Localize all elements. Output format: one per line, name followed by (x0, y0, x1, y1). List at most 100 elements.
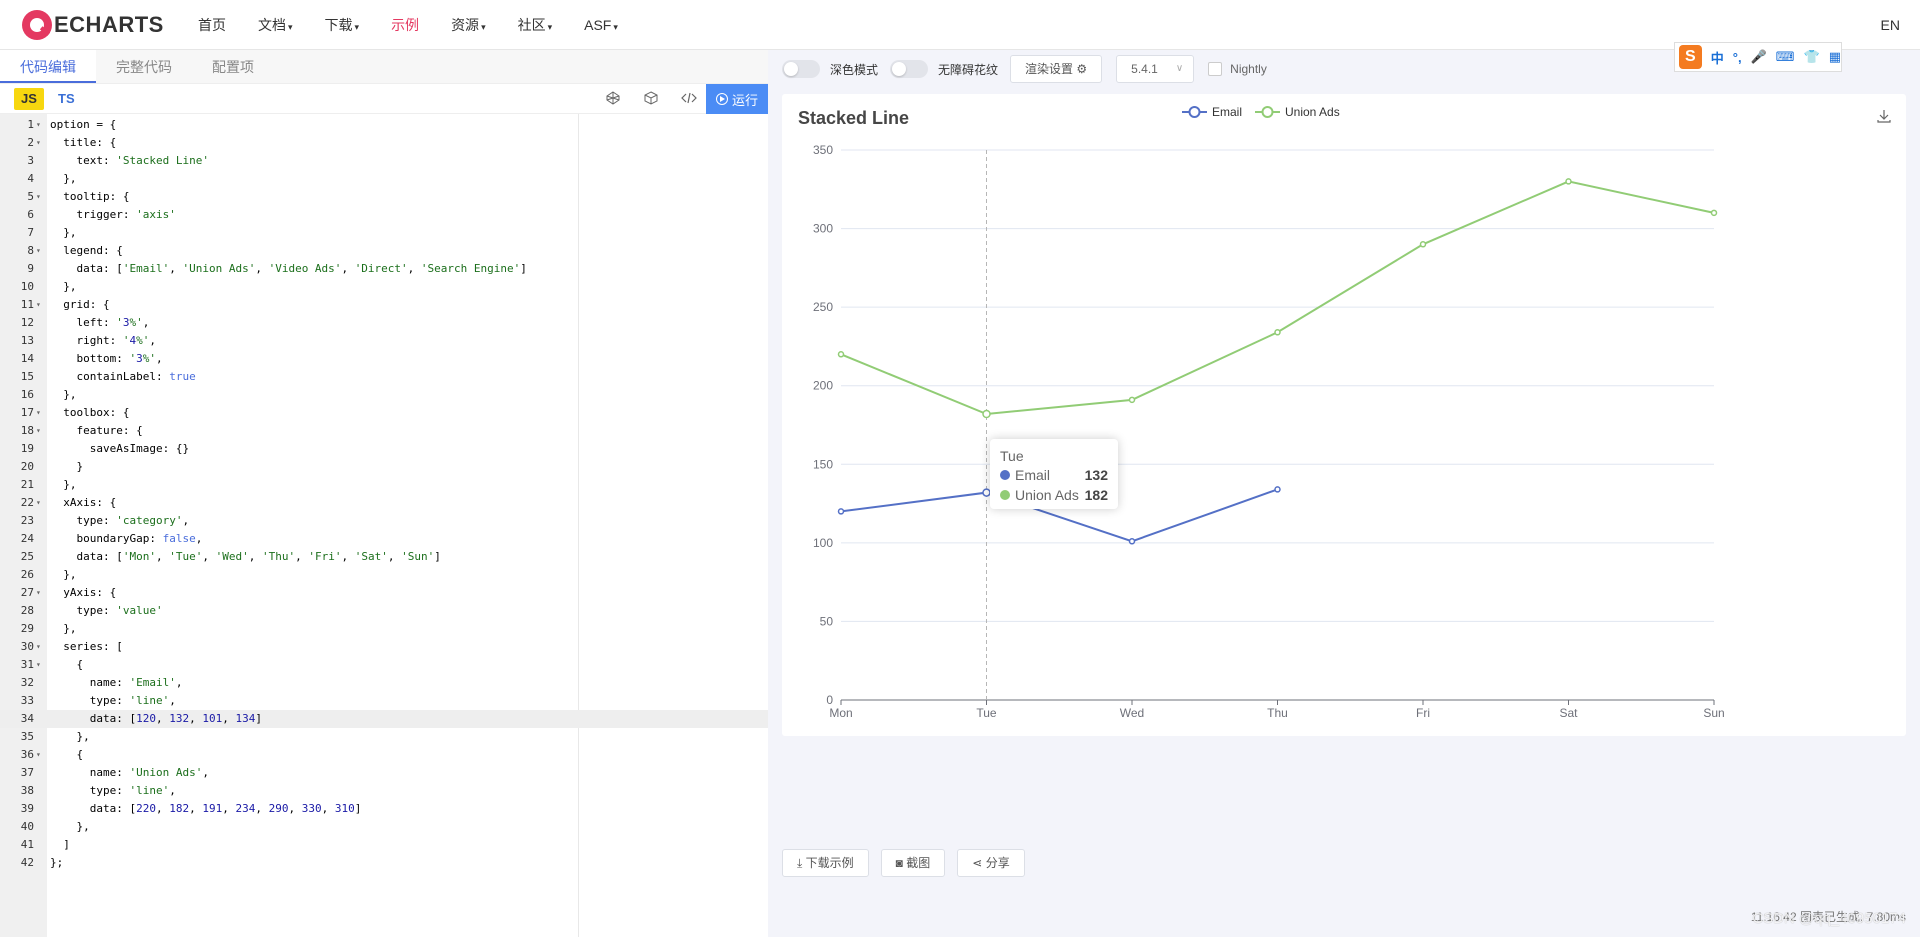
legend-label[interactable]: Email (1212, 105, 1242, 119)
code-line[interactable]: 12 left: '3%', (0, 314, 768, 332)
fold-toggle-icon[interactable]: ▾ (36, 746, 46, 764)
save-as-image-icon[interactable] (1876, 108, 1894, 126)
echarts-logo[interactable]: ECHARTS (22, 8, 164, 42)
editor-tab[interactable]: 完整代码 (96, 50, 192, 83)
code-line[interactable]: 9 data: ['Email', 'Union Ads', 'Video Ad… (0, 260, 768, 278)
code-line[interactable]: 35 }, (0, 728, 768, 746)
code-line[interactable]: 10 }, (0, 278, 768, 296)
data-point[interactable] (1128, 538, 1136, 545)
data-point[interactable] (837, 508, 845, 515)
editor-tab[interactable]: 配置项 (192, 50, 274, 83)
codepen-icon[interactable] (594, 90, 632, 108)
code-line[interactable]: 5 ▾ tooltip: { (0, 188, 768, 206)
nav-item[interactable]: 首页 (198, 15, 226, 35)
code-line[interactable]: 13 right: '4%', (0, 332, 768, 350)
ime-tool-icon[interactable]: 👕 (1804, 49, 1820, 65)
code-line[interactable]: 37 name: 'Union Ads', (0, 764, 768, 782)
code-line[interactable]: 20 } (0, 458, 768, 476)
fold-toggle-icon[interactable]: ▾ (36, 134, 46, 152)
codesandbox-icon[interactable] (632, 90, 670, 108)
nav-item[interactable]: 下载 ▾ (325, 15, 360, 35)
fold-toggle-icon[interactable]: ▾ (36, 656, 46, 674)
code-line[interactable]: 26 }, (0, 566, 768, 584)
code-line[interactable]: 31 ▾ { (0, 656, 768, 674)
lang-ts-button[interactable]: TS (58, 91, 75, 106)
nightly-checkbox[interactable] (1208, 62, 1223, 76)
code-line[interactable]: 4 }, (0, 170, 768, 188)
data-point[interactable] (982, 409, 991, 419)
fold-toggle-icon[interactable]: ▾ (36, 494, 46, 512)
fold-toggle-icon[interactable]: ▾ (36, 584, 46, 602)
ime-tool-icon[interactable]: °, (1733, 50, 1742, 65)
code-line[interactable]: 15 containLabel: true (0, 368, 768, 386)
code-line[interactable]: 29 }, (0, 620, 768, 638)
ime-toolbar[interactable]: S 中 °, 🎤 ⌨ 👕 ▦ (1674, 42, 1842, 72)
data-point[interactable] (1710, 209, 1718, 217)
fold-toggle-icon[interactable]: ▾ (36, 422, 46, 440)
download-example-button[interactable]: ⤓ 下载示例 (782, 849, 869, 877)
code-line[interactable]: 25 data: ['Mon', 'Tue', 'Wed', 'Thu', 'F… (0, 548, 768, 566)
accessibility-toggle[interactable] (890, 60, 929, 78)
code-line[interactable]: 38 type: 'line', (0, 782, 768, 800)
data-point[interactable] (1419, 241, 1427, 248)
fold-toggle-icon[interactable]: ▾ (36, 638, 46, 656)
data-point[interactable] (1274, 329, 1281, 336)
code-line[interactable]: 41 ] (0, 836, 768, 854)
code-line[interactable]: 39 data: [220, 182, 191, 234, 290, 330, … (0, 800, 768, 818)
legend-label[interactable]: Union Ads (1285, 105, 1340, 119)
data-point[interactable] (1128, 396, 1136, 404)
language-switch[interactable]: EN (1881, 17, 1900, 33)
render-settings-button[interactable]: 渲染设置 ⚙ (1010, 55, 1103, 83)
code-line[interactable]: 27 ▾ yAxis: { (0, 584, 768, 602)
code-line[interactable]: 22 ▾ xAxis: { (0, 494, 768, 512)
code-line[interactable]: 21 }, (0, 476, 768, 494)
code-line[interactable]: 34 data: [120, 132, 101, 134] (0, 710, 768, 728)
nav-item[interactable]: 社区 ▾ (518, 15, 553, 35)
code-line[interactable]: 7 }, (0, 224, 768, 242)
code-line[interactable]: 1 ▾ option = { (0, 116, 768, 134)
code-line[interactable]: 2 ▾ title: { (0, 134, 768, 152)
code-line[interactable]: 8 ▾ legend: { (0, 242, 768, 260)
code-line[interactable]: 17 ▾ toolbox: { (0, 404, 768, 422)
nav-item[interactable]: 文档 ▾ (258, 15, 293, 35)
fold-toggle-icon[interactable]: ▾ (36, 242, 46, 260)
ime-tool-icon[interactable]: 🎤 (1751, 49, 1767, 65)
editor-tab[interactable]: 代码编辑 (0, 50, 96, 83)
ime-tool-icon[interactable]: ▦ (1829, 49, 1841, 65)
sogou-ime-icon[interactable]: S (1679, 45, 1702, 69)
share-button[interactable]: ⋖ 分享 (957, 849, 1025, 877)
data-point[interactable] (1565, 178, 1572, 185)
code-line[interactable]: 30 ▾ series: [ (0, 638, 768, 656)
fold-toggle-icon[interactable]: ▾ (36, 296, 46, 314)
nav-item[interactable]: 示例 (391, 15, 419, 35)
run-button[interactable]: 运行 (706, 84, 768, 114)
code-line[interactable]: 28 type: 'value' (0, 602, 768, 620)
screenshot-button[interactable]: ◙ 截图 (880, 849, 946, 877)
code-area[interactable]: 1 ▾ option = {2 ▾ title: {3 text: 'Stacked … (0, 114, 768, 937)
ime-tool-icon[interactable]: 中 (1711, 48, 1724, 67)
code-line[interactable]: 42}; (0, 854, 768, 872)
fold-toggle-icon[interactable]: ▾ (36, 188, 46, 206)
code-line[interactable]: 40 }, (0, 818, 768, 836)
nav-item[interactable]: 资源 ▾ (451, 15, 486, 35)
code-line[interactable]: 6 trigger: 'axis' (0, 206, 768, 224)
code-line[interactable]: 3 text: 'Stacked Line' (0, 152, 768, 170)
code-line[interactable]: 18 ▾ feature: { (0, 422, 768, 440)
code-line[interactable]: 23 type: 'category', (0, 512, 768, 530)
lang-js-button[interactable]: JS (14, 87, 44, 110)
data-point[interactable] (982, 488, 991, 497)
embed-code-icon[interactable] (670, 91, 708, 108)
fold-toggle-icon[interactable]: ▾ (36, 404, 46, 422)
code-line[interactable]: 32 name: 'Email', (0, 674, 768, 692)
dark-mode-toggle[interactable] (782, 60, 820, 78)
code-line[interactable]: 36 ▾ { (0, 746, 768, 764)
code-line[interactable]: 24 boundaryGap: false, (0, 530, 768, 548)
code-line[interactable]: 14 bottom: '3%', (0, 350, 768, 368)
data-point[interactable] (1274, 486, 1281, 493)
data-point[interactable] (837, 351, 845, 358)
ime-tool-icon[interactable]: ⌨ (1776, 49, 1795, 65)
code-line[interactable]: 16 }, (0, 386, 768, 404)
code-line[interactable]: 11 ▾ grid: { (0, 296, 768, 314)
code-line[interactable]: 33 type: 'line', (0, 692, 768, 710)
fold-toggle-icon[interactable]: ▾ (36, 116, 46, 134)
